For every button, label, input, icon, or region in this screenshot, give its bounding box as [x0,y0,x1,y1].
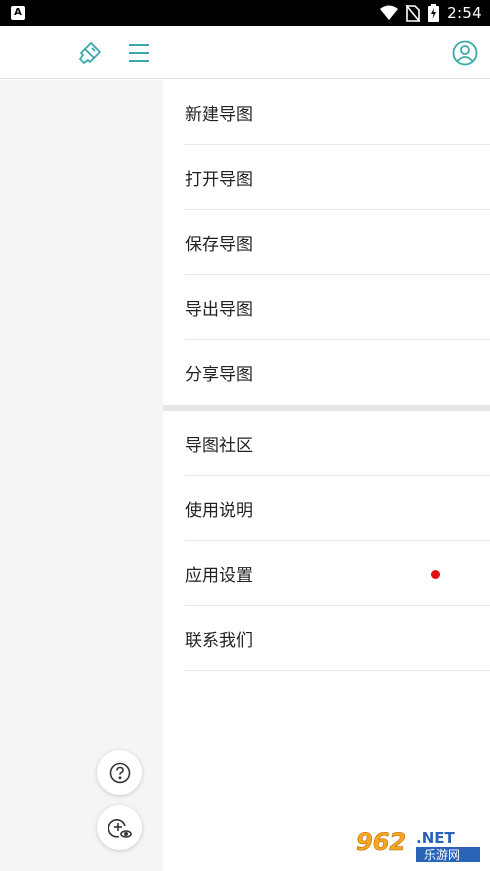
brush-icon [79,42,101,64]
wifi-icon [380,5,399,20]
account-button[interactable] [450,38,480,68]
menu-item-save-map[interactable]: 保存导图 [185,210,490,275]
menu-item-label: 保存导图 [185,234,253,255]
notification-app-icon: A [11,6,25,20]
menu-item-contact[interactable]: 联系我们 [185,606,490,671]
top-toolbar [0,26,490,79]
svg-text:962: 962 [356,828,406,856]
menu-item-label: 导图社区 [185,435,253,456]
help-icon [109,762,130,783]
menu-item-label: 使用说明 [185,500,253,521]
menu-item-share-map[interactable]: 分享导图 [185,340,490,405]
help-button[interactable] [97,750,142,795]
menu-item-label: 分享导图 [185,365,253,385]
add-view-icon [107,818,132,838]
side-menu: 新建导图 打开导图 保存导图 导出导图 分享导图 导图社区 使用说明 应用设置 … [163,80,490,871]
menu-item-label: 新建导图 [185,104,253,125]
menu-item-settings[interactable]: 应用设置 [185,541,490,606]
svg-text:.NET: .NET [416,829,455,847]
menu-item-label: 联系我们 [185,630,253,651]
status-icons: 2:54 [380,0,482,26]
status-time: 2:54 [447,4,482,22]
hamburger-icon [129,44,149,62]
site-watermark-logo: 962 .NET 乐游网 [350,823,484,865]
menu-item-open-map[interactable]: 打开导图 [185,145,490,210]
menu-item-label: 打开导图 [185,169,253,190]
menu-item-new-map[interactable]: 新建导图 [185,80,490,145]
notification-dot [431,570,440,579]
menu-item-label: 导出导图 [185,299,253,320]
svg-text:乐游网: 乐游网 [424,848,460,862]
menu-item-community[interactable]: 导图社区 [185,411,490,476]
menu-item-export-map[interactable]: 导出导图 [185,275,490,340]
brush-button[interactable] [75,38,105,68]
no-sim-icon [406,4,421,22]
status-bar: A 2:54 [0,0,490,26]
canvas-area[interactable] [0,80,163,871]
account-circle-icon [452,40,478,66]
battery-charging-icon [428,4,440,22]
add-view-button[interactable] [97,805,142,850]
menu-item-instructions[interactable]: 使用说明 [185,476,490,541]
menu-item-label: 应用设置 [185,565,253,586]
menu-button[interactable] [124,38,154,68]
